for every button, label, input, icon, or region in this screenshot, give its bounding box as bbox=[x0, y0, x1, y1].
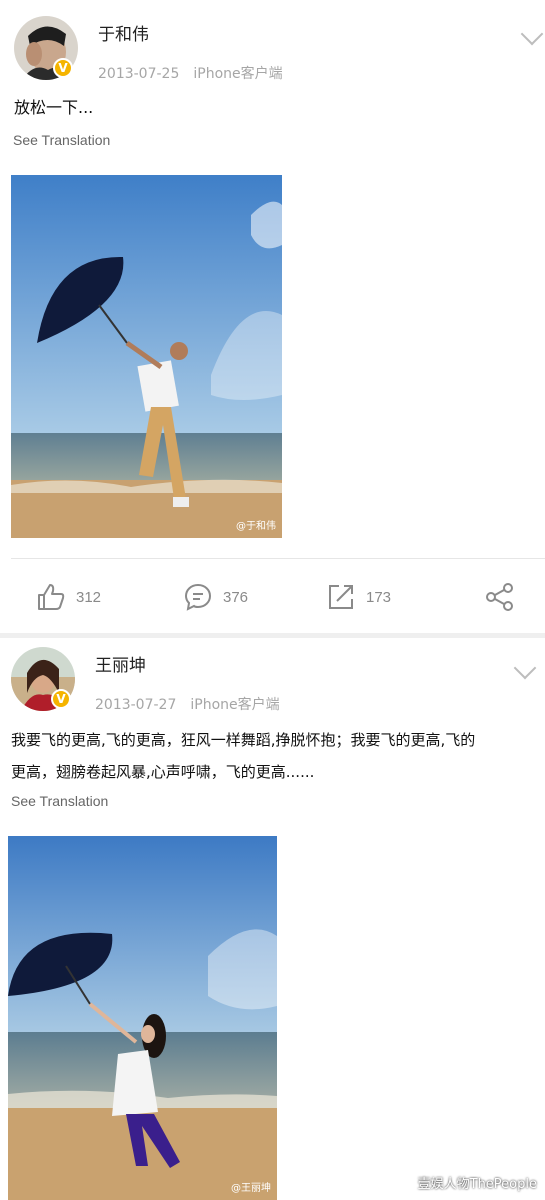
post-text-line-1: 我要飞的更高,飞的更高，狂风一样舞蹈,挣脱怀抱；我要飞的更高,飞的 bbox=[11, 731, 476, 749]
like-count: 312 bbox=[76, 588, 102, 606]
username[interactable]: 于和伟 bbox=[98, 20, 149, 45]
post-photo[interactable]: @于和伟 bbox=[11, 175, 282, 538]
repost-count: 173 bbox=[366, 588, 392, 606]
post-meta: 2013-07-25 iPhone客户端 bbox=[98, 63, 283, 83]
beach-umbrella-man-photo bbox=[11, 175, 282, 538]
weibo-post-2: V 王丽坤 2013-07-27 iPhone客户端 我要飞的更高,飞的更高，狂风… bbox=[0, 640, 545, 1200]
post-source: iPhone客户端 bbox=[193, 66, 283, 82]
post-date: 2013-07-27 bbox=[95, 697, 177, 713]
post-date: 2013-07-25 bbox=[98, 66, 180, 82]
repost-button[interactable]: 173 bbox=[326, 577, 391, 617]
thumbs-up-icon bbox=[38, 584, 65, 610]
chevron-down-icon[interactable] bbox=[520, 22, 544, 46]
photo-watermark: @于和伟 bbox=[236, 521, 276, 532]
repost-icon bbox=[329, 585, 353, 609]
share-button[interactable] bbox=[485, 577, 515, 617]
footer-watermark: 壹娱人物ThePeople bbox=[417, 1177, 537, 1192]
post-photo[interactable]: @王丽坤 bbox=[8, 836, 277, 1200]
like-button[interactable]: 312 bbox=[36, 577, 101, 617]
see-translation-link[interactable]: See Translation bbox=[11, 793, 108, 809]
post-text-line-2: 更高，翅膀卷起风暴,心声呼啸，飞的更高...... bbox=[11, 763, 315, 781]
comment-icon bbox=[184, 583, 212, 611]
weibo-post-1: V 于和伟 2013-07-25 iPhone客户端 放松一下... See Tr… bbox=[0, 0, 545, 635]
divider bbox=[11, 558, 545, 559]
share-icon bbox=[486, 583, 513, 611]
beach-umbrella-woman-photo bbox=[8, 836, 277, 1200]
comment-button[interactable]: 376 bbox=[183, 577, 248, 617]
post-text: 放松一下... bbox=[14, 98, 94, 117]
post-source: iPhone客户端 bbox=[190, 697, 280, 713]
post-meta: 2013-07-27 iPhone客户端 bbox=[95, 694, 280, 714]
comment-count: 376 bbox=[223, 588, 249, 606]
see-translation-link[interactable]: See Translation bbox=[13, 132, 110, 148]
username[interactable]: 王丽坤 bbox=[95, 651, 146, 676]
photo-watermark: @王丽坤 bbox=[231, 1183, 271, 1194]
v-badge-icon: V bbox=[53, 58, 73, 78]
post-separator bbox=[0, 633, 545, 638]
chevron-down-icon[interactable] bbox=[513, 656, 537, 680]
v-badge-icon: V bbox=[51, 689, 71, 709]
